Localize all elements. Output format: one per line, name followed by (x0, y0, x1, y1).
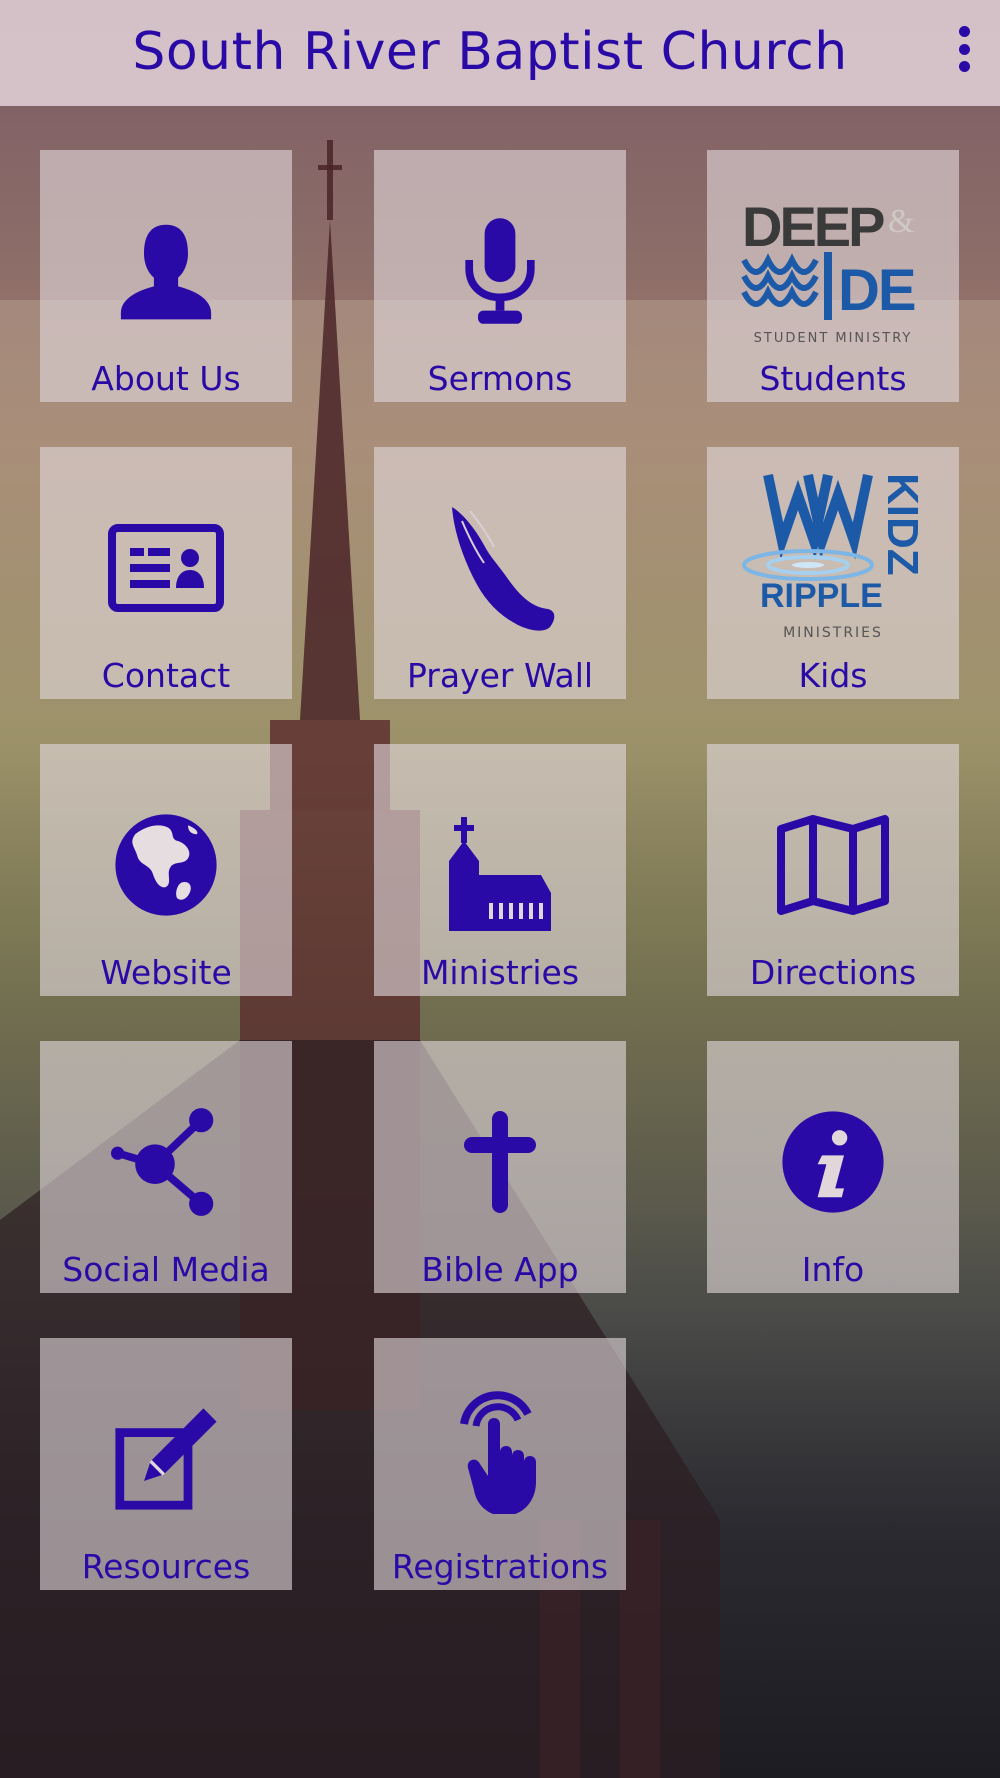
praying-hands-icon (374, 503, 626, 633)
app-header: South River Baptist Church (0, 0, 1000, 106)
contact-card-icon (40, 503, 292, 633)
tile-about-us[interactable]: About Us (40, 150, 292, 402)
tile-label: Website (100, 953, 232, 992)
more-vertical-icon[interactable] (954, 26, 974, 72)
deep-wide-logo: DEEP & DE STUDENT MINISTRY (707, 190, 959, 350)
tile-registrations[interactable]: Registrations (374, 1338, 626, 1590)
svg-text:DE: DE (838, 258, 915, 323)
tile-label: Social Media (62, 1250, 270, 1289)
svg-text:&: & (888, 203, 914, 240)
tile-label: Students (759, 359, 907, 398)
svg-text:KIDZ: KIDZ (878, 473, 927, 576)
tile-students[interactable]: DEEP & DE STUDENT MINISTRY Students (707, 150, 959, 402)
tile-social-media[interactable]: Social Media (40, 1041, 292, 1293)
tile-label: Resources (81, 1547, 251, 1586)
tile-label: Ministries (420, 953, 580, 992)
person-icon (40, 206, 292, 336)
tile-label: Kids (798, 656, 868, 695)
tile-bible-app[interactable]: Bible App (374, 1041, 626, 1293)
tile-contact[interactable]: Contact (40, 447, 292, 699)
tile-website[interactable]: Website (40, 744, 292, 996)
church-icon (374, 810, 626, 940)
svg-text:MINISTRIES: MINISTRIES (783, 625, 883, 641)
share-icon (40, 1097, 292, 1227)
info-icon (707, 1097, 959, 1227)
tile-prayer-wall[interactable]: Prayer Wall (374, 447, 626, 699)
tile-resources[interactable]: Resources (40, 1338, 292, 1590)
tile-label: Directions (749, 953, 917, 992)
svg-text:STUDENT MINISTRY: STUDENT MINISTRY (754, 331, 913, 346)
map-icon (707, 800, 959, 930)
page-title: South River Baptist Church (132, 22, 848, 82)
tile-label: Contact (101, 656, 231, 695)
microphone-icon (374, 206, 626, 336)
svg-text:DEEP: DEEP (742, 195, 884, 258)
tap-icon (374, 1384, 626, 1514)
tile-info[interactable]: Info (707, 1041, 959, 1293)
tile-label: Prayer Wall (406, 656, 594, 695)
tile-kids[interactable]: KIDZ RIPPLE MINISTRIES Kids (707, 447, 959, 699)
tile-label: Registrations (391, 1547, 609, 1586)
tile-directions[interactable]: Directions (707, 744, 959, 996)
tile-label: About Us (91, 359, 241, 398)
globe-icon (40, 800, 292, 930)
svg-text:RIPPLE: RIPPLE (760, 577, 883, 615)
tile-sermons[interactable]: Sermons (374, 150, 626, 402)
tile-ministries[interactable]: Ministries (374, 744, 626, 996)
tile-label: Bible App (421, 1250, 579, 1289)
tile-label: Sermons (427, 359, 573, 398)
tile-label: Info (801, 1250, 865, 1289)
edit-icon (40, 1394, 292, 1524)
cross-icon (374, 1097, 626, 1227)
ripple-kidz-logo: KIDZ RIPPLE MINISTRIES (707, 473, 959, 641)
